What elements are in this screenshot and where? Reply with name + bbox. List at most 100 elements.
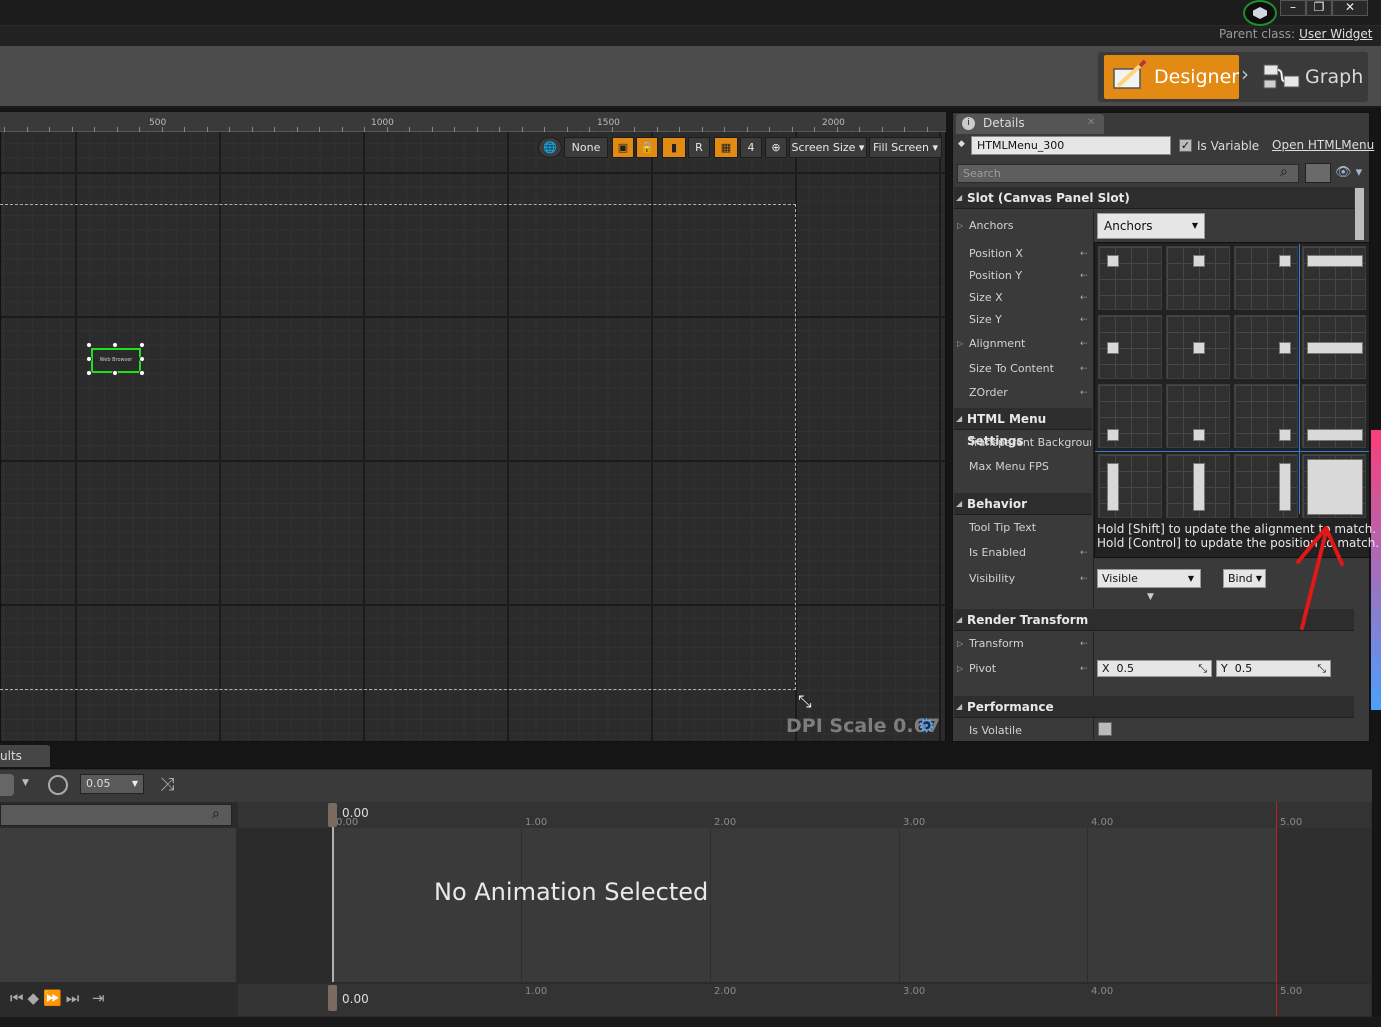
timeline-toolbar — [0, 770, 1372, 802]
animation-search-input[interactable] — [0, 804, 232, 826]
minimize-icon[interactable]: – — [1280, 0, 1306, 16]
selection-handle[interactable] — [86, 342, 92, 348]
close-tab-icon[interactable]: ✕ — [1087, 117, 1095, 128]
reset-arrow-icon[interactable]: ⇠ — [1080, 548, 1088, 558]
anchor-preset-option[interactable] — [1302, 454, 1366, 518]
reset-arrow-icon[interactable]: ⇠ — [1080, 388, 1088, 398]
section-html-menu-settings[interactable]: HTML Menu Settings — [954, 408, 1092, 448]
expand-arrow-icon[interactable]: ▷ — [957, 221, 963, 230]
selection-handle[interactable] — [112, 342, 118, 348]
reset-arrow-icon[interactable]: ⇠ — [1080, 364, 1088, 374]
outline-toggle-icon[interactable]: ▣ — [612, 137, 634, 158]
open-class-link[interactable]: Open HTMLMenu — [1272, 138, 1374, 152]
timeline-pre-range — [238, 828, 334, 982]
anchor-preview-shape — [1279, 429, 1291, 441]
section-slot[interactable]: Slot (Canvas Panel Slot) — [954, 187, 1354, 209]
anchor-preset-option[interactable] — [1234, 454, 1298, 518]
property-matrix-icon[interactable] — [1305, 163, 1331, 183]
details-search-input[interactable]: Search — [957, 164, 1299, 183]
anchor-preset-option[interactable] — [1166, 246, 1230, 310]
timeline-end-marker[interactable] — [1276, 802, 1277, 1016]
gear-icon[interactable]: ⚙ — [918, 715, 935, 737]
show-advanced-icon[interactable]: ▼ — [1147, 592, 1154, 602]
snap-interval-dropdown[interactable]: 0.05 — [80, 774, 144, 794]
grid-snap-value[interactable]: 4 — [740, 137, 762, 158]
search-icon[interactable]: ⌕ — [1280, 164, 1288, 180]
grid-snap-icon[interactable]: ▦ — [714, 137, 738, 158]
curve-icon[interactable]: ⤨ — [160, 774, 174, 795]
r-toggle-button[interactable]: R — [688, 137, 710, 158]
anchor-preset-option[interactable] — [1302, 246, 1366, 310]
lock-icon[interactable]: 🔒 — [636, 137, 658, 158]
pivot-y-input[interactable]: Y 0.5 ⤡ — [1216, 660, 1331, 677]
reset-arrow-icon[interactable]: ⇠ — [1080, 574, 1088, 584]
timeline-track-area[interactable] — [238, 828, 1371, 982]
reset-arrow-icon[interactable]: ⇠ — [1080, 249, 1088, 259]
anchor-preset-option[interactable] — [1098, 315, 1162, 379]
reset-arrow-icon[interactable]: ⇠ — [1080, 315, 1088, 325]
localization-preview-dropdown[interactable]: None — [564, 137, 608, 158]
close-icon[interactable]: ✕ — [1332, 0, 1368, 16]
anchor-divider-horizontal — [1095, 451, 1369, 452]
anchor-preset-option[interactable] — [1098, 246, 1162, 310]
results-tab[interactable]: ults — [0, 745, 50, 767]
section-behavior[interactable]: Behavior — [954, 493, 1092, 515]
timeline-ruler-bottom[interactable] — [238, 984, 1371, 1016]
ruler-tick — [522, 127, 523, 132]
expand-arrow-icon[interactable]: ▷ — [957, 339, 963, 348]
selection-handle[interactable] — [86, 370, 92, 376]
pivot-x-input[interactable]: X 0.5 ⤡ — [1097, 660, 1212, 677]
anchor-preset-option[interactable] — [1234, 315, 1298, 379]
details-tab[interactable]: Details — [956, 114, 1104, 134]
expand-arrow-icon[interactable]: ▷ — [957, 639, 963, 648]
anchor-preset-option[interactable] — [1098, 384, 1162, 448]
reset-arrow-icon[interactable]: ⇠ — [1080, 639, 1088, 649]
anchor-preset-option[interactable] — [1234, 246, 1298, 310]
timeline-ruler-top[interactable] — [238, 802, 1371, 828]
search-icon[interactable]: ⌕ — [212, 806, 220, 822]
respect-locks-icon[interactable]: ▮ — [662, 137, 686, 158]
screen-size-dropdown[interactable]: Screen Size ▾ — [789, 137, 867, 158]
playback-controls[interactable]: ⏮◆⏩⏭ ⇥ — [10, 989, 109, 1007]
restore-icon[interactable]: ❐ — [1306, 0, 1332, 16]
parent-class-link[interactable]: User Widget — [1299, 27, 1372, 41]
add-animation-button[interactable] — [0, 774, 14, 796]
anchor-preset-option[interactable] — [1166, 384, 1230, 448]
reset-arrow-icon[interactable]: ⇠ — [1080, 339, 1088, 349]
zoom-fit-icon[interactable]: ⊕ — [765, 137, 787, 158]
anchor-preview-shape — [1307, 429, 1363, 441]
details-scrollbar[interactable] — [1355, 188, 1364, 240]
expand-arrow-icon[interactable]: ▷ — [957, 664, 963, 673]
playhead-handle-bottom[interactable] — [328, 985, 337, 1011]
reset-arrow-icon[interactable]: ⇠ — [1080, 293, 1088, 303]
anchor-preset-option[interactable] — [1166, 454, 1230, 518]
selection-handle[interactable] — [139, 342, 145, 348]
reset-arrow-icon[interactable]: ⇠ — [1080, 271, 1088, 281]
anchor-preset-option[interactable] — [1166, 315, 1230, 379]
selection-handle[interactable] — [112, 370, 118, 376]
bind-dropdown[interactable]: Bind — [1223, 569, 1266, 588]
chevron-down-icon[interactable]: ▼ — [22, 778, 29, 788]
anchor-preset-option[interactable] — [1234, 384, 1298, 448]
ruler-tick — [904, 127, 905, 132]
eye-icon[interactable]: 👁 ▾ — [1335, 165, 1362, 180]
selection-handle[interactable] — [139, 370, 145, 376]
fill-screen-label: Fill Screen — [872, 141, 929, 154]
reset-arrow-icon[interactable]: ⇠ — [1080, 664, 1088, 674]
anchor-preset-option[interactable] — [1302, 315, 1366, 379]
anchor-preset-option[interactable] — [1302, 384, 1366, 448]
visibility-dropdown[interactable]: Visible — [1097, 569, 1201, 588]
is-volatile-checkbox[interactable] — [1098, 722, 1112, 736]
timeline-playhead[interactable] — [332, 804, 334, 982]
globe-icon[interactable]: 🌐 — [538, 137, 562, 158]
section-performance[interactable]: Performance — [954, 696, 1354, 718]
fill-screen-dropdown[interactable]: Fill Screen ▾ — [869, 137, 942, 158]
resize-handle-icon[interactable]: ⤡ — [798, 692, 812, 712]
playhead-handle-top[interactable] — [328, 803, 337, 827]
is-variable-checkbox[interactable]: ✓ — [1179, 139, 1192, 152]
selection-handle[interactable] — [139, 356, 145, 362]
selection-handle[interactable] — [86, 356, 92, 362]
anchors-dropdown[interactable]: Anchors — [1097, 213, 1205, 239]
widget-name-input[interactable]: HTMLMenu_300 — [971, 136, 1171, 155]
anchor-preset-option[interactable] — [1098, 454, 1162, 518]
